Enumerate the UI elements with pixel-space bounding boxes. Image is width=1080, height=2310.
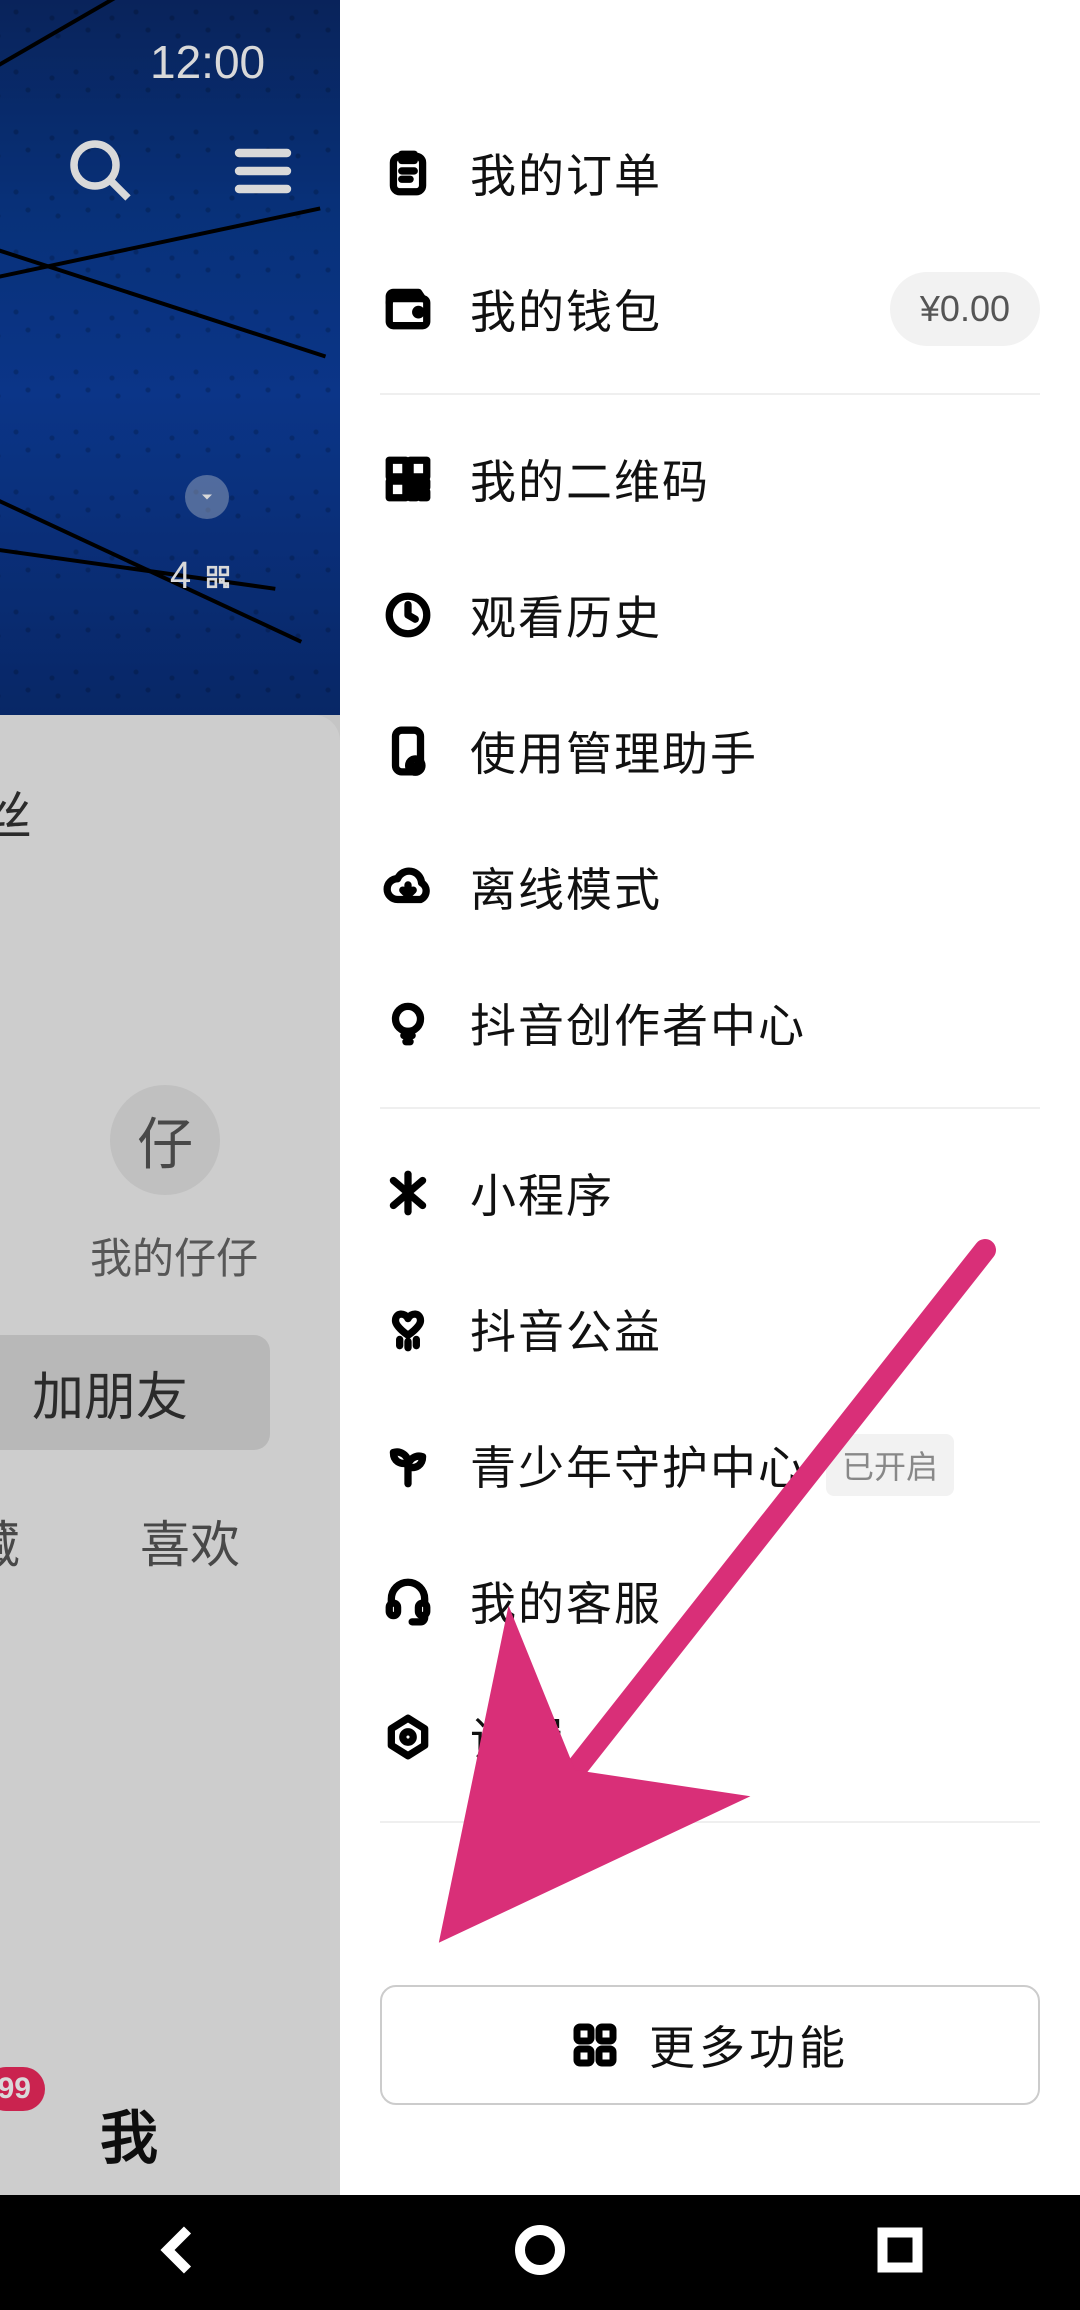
profile-card: 丝 仔 我的仔仔 加朋友 藏 喜欢 息 99 我 bbox=[0, 715, 340, 2195]
menu-wallet[interactable]: 我的钱包 ¥0.00 bbox=[380, 241, 1040, 377]
menu-label: 观看历史 bbox=[470, 582, 662, 648]
cloud-download-icon bbox=[380, 859, 436, 915]
tab-like[interactable]: 喜欢 bbox=[140, 1505, 240, 1577]
nav-me[interactable]: 我 bbox=[100, 2091, 158, 2175]
menu-history[interactable]: 观看历史 bbox=[380, 547, 1040, 683]
profile-underlay: 12:00 4 丝 仔 我的仔仔 加朋友 藏 喜欢 息 99 我 bbox=[0, 0, 340, 2195]
youth-enabled-tag: 已开启 bbox=[826, 1434, 954, 1496]
menu-label: 使用管理助手 bbox=[470, 718, 758, 784]
headset-icon bbox=[380, 1573, 436, 1629]
sprout-icon bbox=[380, 1437, 436, 1493]
menu-youth-protection[interactable]: 青少年守护中心 已开启 bbox=[380, 1397, 1040, 1533]
divider bbox=[380, 393, 1040, 395]
menu-label: 我的客服 bbox=[470, 1568, 662, 1634]
grid-icon bbox=[571, 2021, 619, 2069]
menu-settings[interactable]: 设置 bbox=[380, 1669, 1040, 1805]
spark-icon bbox=[380, 1165, 436, 1221]
menu-label: 我的二维码 bbox=[470, 446, 710, 512]
divider bbox=[380, 1821, 1040, 1823]
menu-offline[interactable]: 离线模式 bbox=[380, 819, 1040, 955]
clock-icon bbox=[380, 587, 436, 643]
menu-qrcode[interactable]: 我的二维码 bbox=[380, 411, 1040, 547]
qrcode-icon bbox=[380, 451, 436, 507]
menu-label: 小程序 bbox=[470, 1160, 614, 1226]
heart-rain-icon bbox=[380, 1301, 436, 1357]
cover-image bbox=[0, 0, 340, 715]
wallet-amount: ¥0.00 bbox=[890, 272, 1040, 346]
nav-recents-icon[interactable] bbox=[870, 2220, 930, 2285]
menu-customer-service[interactable]: 我的客服 bbox=[380, 1533, 1040, 1669]
menu-charity[interactable]: 抖音公益 bbox=[380, 1261, 1040, 1397]
status-time: 12:00 bbox=[150, 35, 265, 89]
phone-check-icon bbox=[380, 723, 436, 779]
lightbulb-icon bbox=[380, 995, 436, 1051]
divider bbox=[380, 1107, 1040, 1109]
nav-back-icon[interactable] bbox=[150, 2220, 210, 2285]
search-icon[interactable] bbox=[65, 135, 137, 212]
fans-label-partial: 丝 bbox=[0, 775, 32, 850]
menu-miniapp[interactable]: 小程序 bbox=[380, 1125, 1040, 1261]
menu-label: 设置 bbox=[470, 1704, 566, 1770]
menu-label: 抖音公益 bbox=[470, 1296, 662, 1362]
more-features-button[interactable]: 更多功能 bbox=[380, 1985, 1040, 2105]
tab-collect[interactable]: 藏 bbox=[0, 1505, 20, 1577]
menu-label: 青少年守护中心 bbox=[470, 1432, 806, 1498]
gear-icon bbox=[380, 1709, 436, 1765]
more-label: 更多功能 bbox=[649, 2012, 849, 2078]
menu-creator-center[interactable]: 抖音创作者中心 bbox=[380, 955, 1040, 1091]
messages-badge: 99 bbox=[0, 2067, 45, 2111]
profile-code-partial: 4 bbox=[170, 555, 231, 598]
menu-label: 我的钱包 bbox=[470, 276, 662, 342]
menu-orders[interactable]: 我的订单 bbox=[380, 105, 1040, 241]
side-drawer: 我的订单 我的钱包 ¥0.00 我的二维码 观看历史 bbox=[340, 0, 1080, 2195]
nav-home-icon[interactable] bbox=[510, 2220, 570, 2285]
menu-icon[interactable] bbox=[227, 135, 299, 212]
menu-usage-assistant[interactable]: 使用管理助手 bbox=[380, 683, 1040, 819]
chevron-down-icon[interactable] bbox=[185, 475, 229, 519]
clipboard-icon bbox=[380, 145, 436, 201]
mini-avatar[interactable]: 仔 bbox=[110, 1085, 220, 1195]
menu-label: 离线模式 bbox=[470, 854, 662, 920]
menu-label: 我的订单 bbox=[470, 140, 662, 206]
mini-avatar-label: 我的仔仔 bbox=[90, 1225, 258, 1286]
system-nav-bar bbox=[0, 2195, 1080, 2310]
wallet-icon bbox=[380, 281, 436, 337]
menu-label: 抖音创作者中心 bbox=[470, 990, 806, 1056]
add-friend-button[interactable]: 加朋友 bbox=[0, 1335, 270, 1450]
